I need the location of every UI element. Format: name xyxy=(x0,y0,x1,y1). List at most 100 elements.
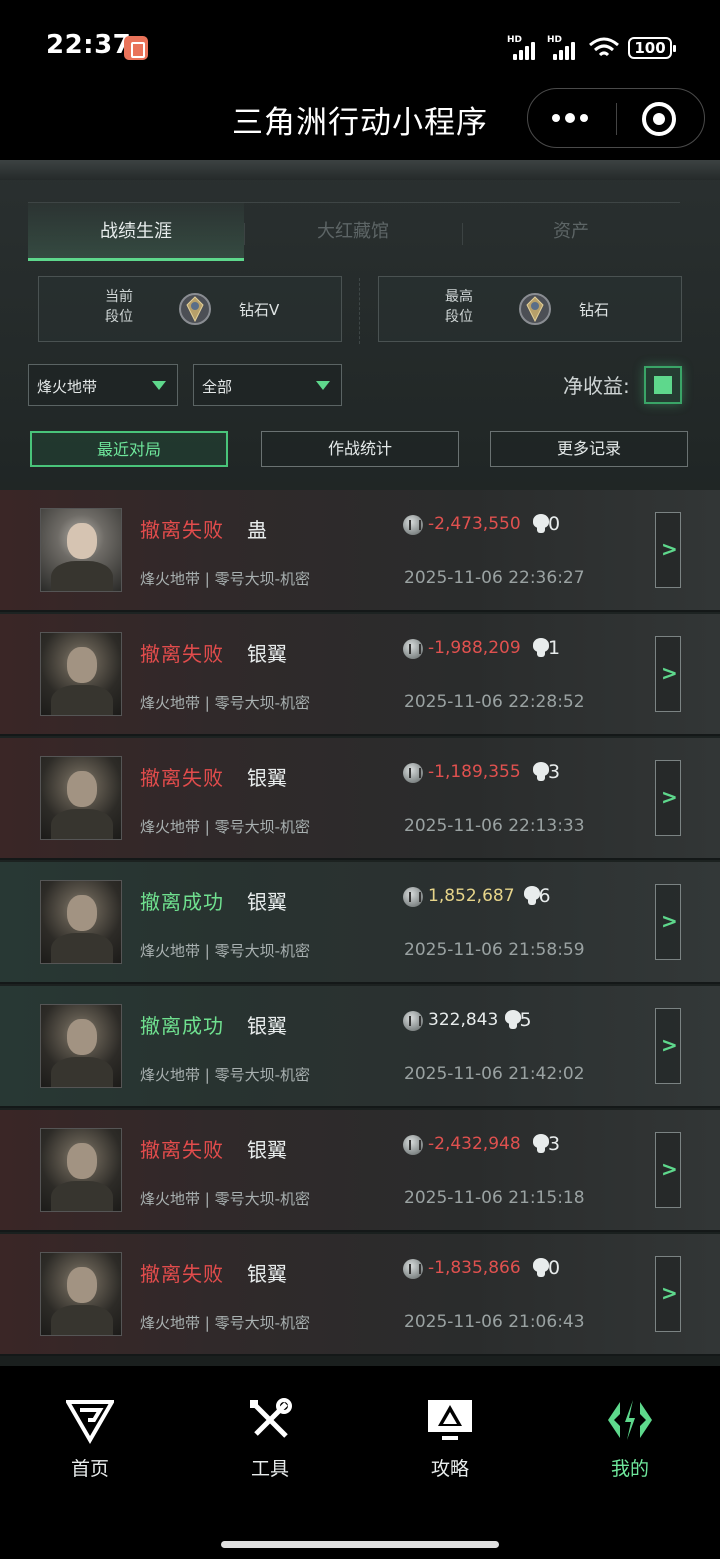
scope-select-value: 全部 xyxy=(202,378,233,396)
chevron-right-icon: > xyxy=(661,909,678,933)
tabbar-guide[interactable]: 攻略 xyxy=(400,1396,500,1486)
record-detail-button[interactable]: > xyxy=(655,636,681,712)
close-miniprogram-icon[interactable] xyxy=(642,102,676,136)
extraction-result: 撤离失败 xyxy=(140,766,224,790)
match-record-row[interactable]: 撤离失败 银翼 烽火地带 | 零号大坝-机密 -1,189,355 3 2025-11-0… xyxy=(0,738,720,860)
rank-label-line1: 当前 xyxy=(105,289,133,305)
net-value: -1,835,866 xyxy=(428,1258,521,1278)
recent-matches-button[interactable]: 最近对局 xyxy=(30,431,228,467)
tools-icon xyxy=(250,1398,292,1438)
match-time: 2025-11-06 21:42:02 xyxy=(404,1064,585,1084)
home-indicator xyxy=(221,1541,499,1548)
match-record-row[interactable]: 撤离成功 银翼 烽火地带 | 零号大坝-机密 1,852,687 6 2025-11-06… xyxy=(0,862,720,984)
extraction-result: 撤离失败 xyxy=(140,1262,224,1286)
match-record-row[interactable]: 撤离失败 银翼 烽火地带 | 零号大坝-机密 -1,835,866 0 2025-11-0… xyxy=(0,1234,720,1356)
operator-name: 银翼 xyxy=(247,642,287,666)
more-icon[interactable] xyxy=(552,108,592,128)
highest-rank-box: 最高 段位 钻石 xyxy=(378,276,682,342)
home-icon xyxy=(66,1400,114,1444)
wifi-icon xyxy=(589,37,619,57)
chevron-right-icon: > xyxy=(661,661,678,685)
record-detail-button[interactable]: > xyxy=(655,512,681,588)
net-value: -2,432,948 xyxy=(428,1134,521,1154)
tabbar-profile[interactable]: 我的 xyxy=(580,1396,680,1486)
match-time: 2025-11-06 22:13:33 xyxy=(404,816,585,836)
top-strip xyxy=(0,160,720,180)
rank-label-line2: 段位 xyxy=(105,309,133,325)
map-info: 烽火地带 | 零号大坝-机密 xyxy=(140,942,311,960)
operator-avatar xyxy=(40,1128,122,1212)
record-detail-button[interactable]: > xyxy=(655,1132,681,1208)
operator-name: 银翼 xyxy=(247,890,287,914)
operator-name: 银翼 xyxy=(247,1138,287,1162)
notification-icon xyxy=(124,36,148,60)
skull-icon xyxy=(523,886,540,906)
match-record-row[interactable]: 撤离成功 银翼 烽火地带 | 零号大坝-机密 322,843 5 2025-11-06 2… xyxy=(0,986,720,1108)
map-info: 烽火地带 | 零号大坝-机密 xyxy=(140,1190,311,1208)
map-info: 烽火地带 | 零号大坝-机密 xyxy=(140,818,311,836)
chevron-right-icon: > xyxy=(661,537,678,561)
tabbar-home[interactable]: 首页 xyxy=(40,1396,140,1486)
mode-select[interactable]: 烽火地带 xyxy=(28,364,178,406)
match-time: 2025-11-06 21:58:59 xyxy=(404,940,585,960)
tab-assets[interactable]: 资产 xyxy=(463,203,679,261)
kill-count: 0 xyxy=(548,1257,561,1279)
current-rank-label: 当前 段位 xyxy=(89,287,149,327)
tab-career[interactable]: 战绩生涯 xyxy=(28,203,244,261)
tabbar-tools[interactable]: 工具 xyxy=(220,1396,320,1486)
operator-avatar xyxy=(40,1004,122,1088)
operator-avatar xyxy=(40,508,122,592)
skull-icon xyxy=(533,1134,549,1154)
more-records-button[interactable]: 更多记录 xyxy=(490,431,688,467)
net-profit-checkbox[interactable] xyxy=(644,366,682,404)
skull-icon xyxy=(533,638,549,658)
extraction-result: 撤离成功 xyxy=(140,890,224,914)
kill-count: 3 xyxy=(548,1133,561,1155)
current-rank-value: 钻石V xyxy=(239,301,280,319)
record-detail-button[interactable]: > xyxy=(655,760,681,836)
match-record-row[interactable]: 撤离失败蛊烽火地带 | 零号大坝-机密 -2,473,550 0 2025-11-06… xyxy=(0,490,720,612)
highest-rank-value: 钻石 xyxy=(579,301,610,319)
net-value: -2,473,550 xyxy=(428,514,521,534)
skull-icon xyxy=(533,514,549,534)
capsule-divider xyxy=(616,103,617,135)
coin-icon xyxy=(403,1011,423,1031)
operator-name: 蛊 xyxy=(247,518,267,542)
match-time: 2025-11-06 22:28:52 xyxy=(404,692,585,712)
map-info: 烽火地带 | 零号大坝-机密 xyxy=(140,570,311,588)
net-profit-label: 净收益: xyxy=(563,374,630,398)
tab-red-collection[interactable]: 大红藏馆 xyxy=(245,203,461,261)
kill-count: 3 xyxy=(548,761,561,783)
mode-select-value: 烽火地带 xyxy=(37,378,98,396)
skull-icon xyxy=(504,1010,521,1030)
match-time: 2025-11-06 21:06:43 xyxy=(404,1312,585,1332)
operator-name: 银翼 xyxy=(247,766,287,790)
tabbar-label: 工具 xyxy=(250,1458,289,1480)
kill-count: 1 xyxy=(548,637,561,659)
record-detail-button[interactable]: > xyxy=(655,1256,681,1332)
record-detail-button[interactable]: > xyxy=(655,884,681,960)
operator-avatar xyxy=(40,632,122,716)
extraction-result: 撤离失败 xyxy=(140,642,224,666)
chevron-down-icon xyxy=(152,381,166,390)
net-value: 1,852,687 xyxy=(428,886,515,906)
main-panel: 战绩生涯 大红藏馆 资产 当前 段位 钻石V 最高 段位 钻石 烽火地带 全部 … xyxy=(0,160,720,1366)
match-record-row[interactable]: 撤离失败 银翼 烽火地带 | 零号大坝-机密 -2,432,948 3 2025-11-0… xyxy=(0,1110,720,1232)
match-time: 2025-11-06 22:36:27 xyxy=(404,568,585,588)
scope-select[interactable]: 全部 xyxy=(193,364,342,406)
nav-bar: 三角洲行动小程序 xyxy=(0,80,720,160)
coin-icon xyxy=(403,1259,423,1279)
combat-stats-button[interactable]: 作战统计 xyxy=(261,431,459,467)
match-record-row[interactable]: 撤离失败 银翼 烽火地带 | 零号大坝-机密 -1,988,209 1 2025-11-0… xyxy=(0,614,720,736)
profile-icon xyxy=(608,1400,652,1440)
chevron-down-icon xyxy=(316,381,330,390)
signal-icon-1: HD xyxy=(507,35,541,60)
status-bar: 22:37 HD HD 100 xyxy=(0,0,720,80)
battery-icon: 100 xyxy=(628,37,676,59)
signal-icon-2: HD xyxy=(547,35,581,60)
record-detail-button[interactable]: > xyxy=(655,1008,681,1084)
diamond-rank-emblem-icon xyxy=(519,293,551,325)
rank-divider xyxy=(359,278,360,344)
net-value: -1,988,209 xyxy=(428,638,521,658)
chevron-right-icon: > xyxy=(661,785,678,809)
